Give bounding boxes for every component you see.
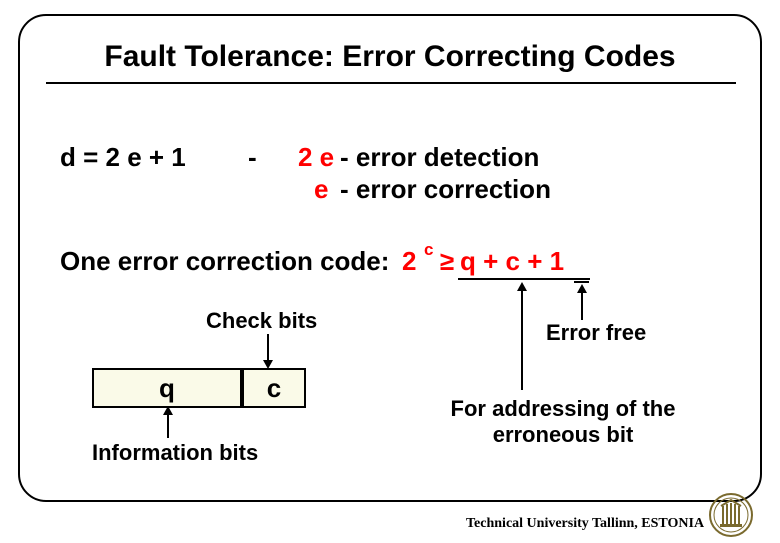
distance-formula: d = 2 e + 1 xyxy=(60,142,186,173)
box-c: c xyxy=(242,368,306,408)
check-bits-label: Check bits xyxy=(206,308,317,334)
error-free-label: Error free xyxy=(546,320,646,346)
separator-dash: - xyxy=(248,142,257,173)
inequality-base: 2 xyxy=(402,246,416,277)
rhs-underline xyxy=(458,278,590,280)
error-correction-count: e xyxy=(314,174,328,205)
inequality-exponent: c xyxy=(424,240,433,260)
error-correction-label: - error correction xyxy=(340,174,551,205)
inequality-ge: ≥ xyxy=(440,246,454,277)
footer-affiliation: Technical University Tallinn, ESTONIA xyxy=(466,516,704,532)
one-underline xyxy=(574,281,589,283)
error-detection-count: 2 e xyxy=(298,142,334,173)
box-q: q xyxy=(92,368,242,408)
addressing-label: For addressing of the erroneous bit xyxy=(448,396,678,448)
one-ecc-label: One error correction code: xyxy=(60,246,389,277)
information-bits-label: Information bits xyxy=(92,440,258,466)
university-logo-icon xyxy=(708,492,754,538)
slide-title: Fault Tolerance: Error Correcting Codes xyxy=(50,40,730,74)
inequality-rhs: q + c + 1 xyxy=(460,246,564,277)
error-detection-label: - error detection xyxy=(340,142,539,173)
title-underline xyxy=(46,82,736,84)
